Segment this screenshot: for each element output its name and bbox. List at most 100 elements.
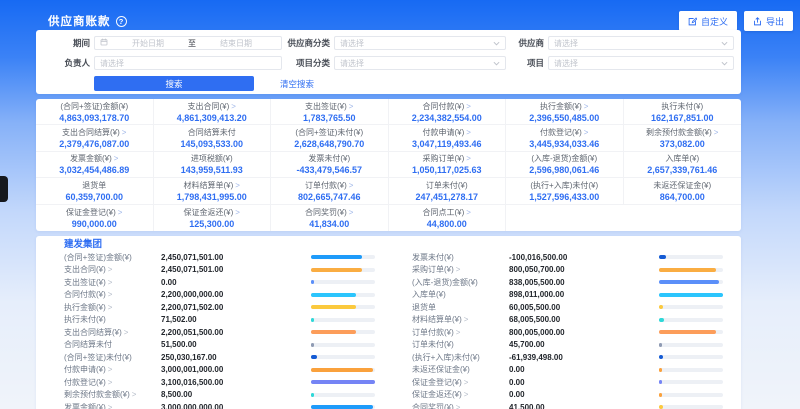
stat-arrow-icon[interactable]: > bbox=[118, 208, 123, 217]
start-date-placeholder: 开始日期 bbox=[132, 38, 164, 49]
stat-value[interactable]: 373,082.00 bbox=[660, 139, 705, 149]
stat-value[interactable]: 2,657,339,761.46 bbox=[647, 165, 717, 175]
stat-value[interactable]: 1,050,117,025.63 bbox=[412, 165, 482, 175]
stat-value[interactable]: 802,665,747.46 bbox=[298, 192, 361, 202]
row-label: 订单付款(¥)> bbox=[412, 327, 509, 338]
group-row: 支出合同(¥)> 2,450,071,501.00 bbox=[64, 263, 375, 276]
stat-arrow-icon[interactable]: > bbox=[466, 128, 471, 137]
stat-value[interactable]: 2,234,382,554.00 bbox=[412, 113, 482, 123]
stat-value[interactable]: 1,798,431,995.00 bbox=[177, 192, 247, 202]
stat-cell: 付款申请(¥)> 3,047,119,493.46 bbox=[389, 125, 507, 151]
export-button[interactable]: 导出 bbox=[744, 11, 793, 31]
stat-arrow-icon[interactable]: > bbox=[122, 128, 127, 137]
export-icon bbox=[753, 17, 762, 26]
stat-value[interactable]: 864,700.00 bbox=[660, 192, 705, 202]
stat-value[interactable]: 2,628,648,790.70 bbox=[294, 139, 364, 149]
stat-arrow-icon[interactable]: > bbox=[349, 102, 354, 111]
row-arrow-icon[interactable]: > bbox=[108, 365, 113, 374]
stat-value[interactable]: 143,959,511.93 bbox=[181, 165, 243, 175]
stat-value[interactable]: 125,300.00 bbox=[189, 219, 234, 229]
stat-cell: 合同奖罚(¥)> 41,834.00 bbox=[271, 205, 389, 231]
help-icon[interactable]: ? bbox=[116, 16, 127, 27]
stat-arrow-icon[interactable]: > bbox=[584, 102, 589, 111]
supplier-category-select[interactable]: 请选择 bbox=[334, 36, 506, 50]
drawer-handle[interactable] bbox=[0, 176, 8, 202]
stat-value[interactable]: 2,596,980,061.46 bbox=[529, 165, 599, 175]
clear-search-link[interactable]: 清空搜索 bbox=[280, 78, 314, 90]
stat-label: 支出合同结算(¥)> bbox=[62, 127, 126, 138]
row-bar-fill bbox=[311, 318, 314, 322]
row-bar-fill bbox=[659, 368, 662, 372]
stat-value[interactable]: 41,834.00 bbox=[309, 219, 349, 229]
row-arrow-icon[interactable]: > bbox=[108, 278, 113, 287]
stat-value[interactable]: 145,093,533.00 bbox=[180, 139, 243, 149]
stat-value[interactable]: 4,863,093,178.70 bbox=[59, 113, 129, 123]
owner-select[interactable]: 请选择 bbox=[94, 56, 282, 70]
stat-value[interactable]: 2,379,476,087.00 bbox=[59, 139, 129, 149]
stat-arrow-icon[interactable]: > bbox=[349, 208, 354, 217]
stat-value[interactable]: 162,167,851.00 bbox=[651, 113, 714, 123]
row-arrow-icon[interactable]: > bbox=[108, 403, 113, 409]
customize-button[interactable]: 自定义 bbox=[679, 11, 737, 31]
group-name-link[interactable]: 建发集团 bbox=[64, 239, 723, 250]
row-bar bbox=[311, 280, 375, 284]
row-arrow-icon[interactable]: > bbox=[464, 315, 469, 324]
period-date-range-input[interactable]: 开始日期 至 结束日期 bbox=[94, 36, 282, 50]
row-arrow-icon[interactable]: > bbox=[456, 328, 461, 337]
stat-cell: 执行未付(¥) 162,167,851.00 bbox=[624, 99, 742, 125]
stat-arrow-icon[interactable]: > bbox=[466, 208, 471, 217]
row-value: 250,030,167.00 bbox=[161, 353, 311, 362]
stat-arrow-icon[interactable]: > bbox=[466, 154, 471, 163]
stat-arrow-icon[interactable]: > bbox=[466, 102, 471, 111]
row-arrow-icon[interactable]: > bbox=[124, 328, 129, 337]
row-bar bbox=[659, 355, 723, 359]
stat-cell: 订单付款(¥)> 802,665,747.46 bbox=[271, 178, 389, 204]
stat-arrow-icon[interactable]: > bbox=[349, 181, 354, 190]
row-arrow-icon[interactable]: > bbox=[456, 265, 461, 274]
row-arrow-icon[interactable]: > bbox=[132, 390, 137, 399]
row-arrow-icon[interactable]: > bbox=[108, 265, 113, 274]
group-row: (合同+签证)未付(¥) 250,030,167.00 bbox=[64, 351, 375, 364]
row-arrow-icon[interactable]: > bbox=[456, 403, 461, 409]
stat-arrow-icon[interactable]: > bbox=[235, 208, 240, 217]
stat-value[interactable]: -433,479,546.57 bbox=[296, 165, 362, 175]
stat-value[interactable]: 247,451,278.17 bbox=[415, 192, 478, 202]
stat-cell: 合同结算未付 145,093,533.00 bbox=[154, 125, 272, 151]
stat-value[interactable]: 60,359,700.00 bbox=[65, 192, 123, 202]
stat-arrow-icon[interactable]: > bbox=[584, 128, 589, 137]
stat-arrow-icon[interactable]: > bbox=[714, 128, 719, 137]
stat-value[interactable]: 3,445,934,033.46 bbox=[529, 139, 599, 149]
stat-value[interactable]: 990,000.00 bbox=[72, 219, 117, 229]
project-category-select[interactable]: 请选择 bbox=[334, 56, 506, 70]
stat-value[interactable]: 3,032,454,486.89 bbox=[59, 165, 129, 175]
stat-value[interactable]: 1,527,596,433.00 bbox=[529, 192, 599, 202]
stat-value[interactable]: 2,396,550,485.00 bbox=[529, 113, 599, 123]
stat-value[interactable]: 3,047,119,493.46 bbox=[412, 139, 482, 149]
project-select[interactable]: 请选择 bbox=[548, 56, 734, 70]
row-bar bbox=[659, 330, 723, 334]
stat-arrow-icon[interactable]: > bbox=[231, 102, 236, 111]
row-bar-fill bbox=[311, 330, 356, 334]
row-arrow-icon[interactable]: > bbox=[464, 378, 469, 387]
stat-arrow-icon[interactable]: > bbox=[235, 181, 240, 190]
row-arrow-icon[interactable]: > bbox=[108, 378, 113, 387]
stat-arrow-icon[interactable]: > bbox=[114, 154, 119, 163]
row-bar-fill bbox=[311, 368, 373, 372]
row-arrow-icon[interactable]: > bbox=[108, 303, 113, 312]
stat-label: 合同点工(¥)> bbox=[423, 207, 471, 218]
row-bar bbox=[659, 380, 723, 384]
row-bar-fill bbox=[311, 293, 356, 297]
supplier-select[interactable]: 请选择 bbox=[548, 36, 734, 50]
stat-cell: 支出签证(¥)> 1,783,765.50 bbox=[271, 99, 389, 125]
stat-label: 合同付款(¥)> bbox=[423, 101, 471, 112]
search-button[interactable]: 搜索 bbox=[94, 76, 254, 91]
stat-value[interactable]: 1,783,765.50 bbox=[303, 113, 356, 123]
row-label: 材料结算单(¥)> bbox=[412, 314, 509, 325]
stat-value[interactable]: 44,800.00 bbox=[427, 219, 467, 229]
stat-value[interactable]: 4,861,309,413.20 bbox=[177, 113, 247, 123]
stat-label: 付款登记(¥)> bbox=[540, 127, 588, 138]
row-arrow-icon[interactable]: > bbox=[464, 390, 469, 399]
row-arrow-icon[interactable]: > bbox=[108, 290, 113, 299]
stat-cell: (入库-退货)金额(¥) 2,596,980,061.46 bbox=[506, 152, 624, 178]
row-bar bbox=[311, 255, 375, 259]
